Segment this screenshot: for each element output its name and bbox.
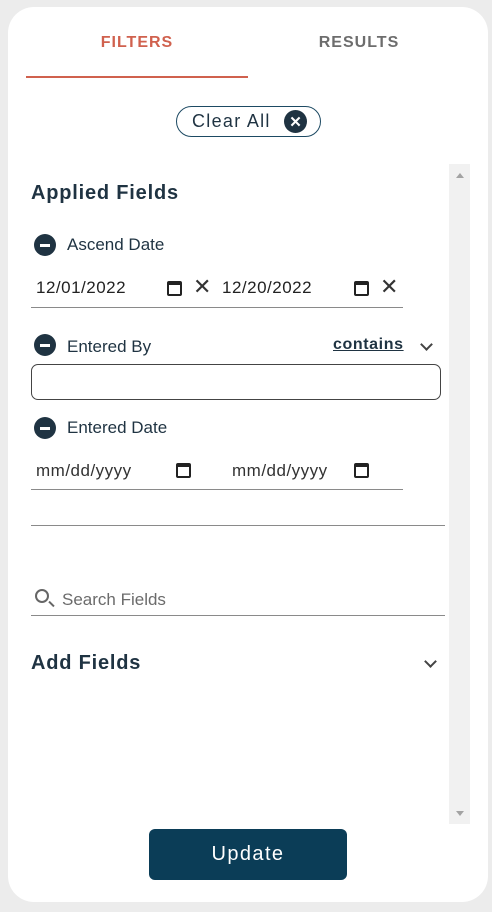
section-divider	[31, 525, 445, 526]
chevron-down-icon[interactable]	[420, 338, 433, 351]
entered-date-to-placeholder: mm/dd/yyyy	[232, 461, 328, 480]
tab-filters[interactable]: FILTERS	[26, 7, 248, 79]
ascend-date-field: Ascend Date	[34, 234, 164, 256]
calendar-icon[interactable]	[176, 463, 191, 478]
filter-panel: FILTERS RESULTS Clear All ✕ Applied Fiel…	[8, 7, 488, 902]
entered-date-label: Entered Date	[67, 418, 168, 437]
entered-by-field: Entered By	[34, 333, 151, 357]
ascend-date-from-input[interactable]: 12/01/2022	[36, 278, 126, 298]
ascend-date-underline	[31, 307, 403, 308]
ascend-date-label: Ascend Date	[67, 235, 165, 254]
ascend-date-to-value: 12/20/2022	[222, 278, 313, 297]
remove-field-icon[interactable]	[34, 234, 56, 256]
search-placeholder: Search Fields	[62, 590, 166, 609]
entered-date-from-input[interactable]: mm/dd/yyyy	[36, 461, 132, 481]
clear-all-label: Clear All	[192, 111, 271, 131]
tab-results[interactable]: RESULTS	[248, 7, 470, 79]
ascend-date-from-value: 12/01/2022	[36, 278, 127, 297]
search-fields-input[interactable]: Search Fields	[31, 585, 445, 616]
clear-all-button[interactable]: Clear All ✕	[176, 106, 321, 137]
applied-fields-title: Applied Fields	[31, 182, 179, 204]
entered-by-input[interactable]	[31, 364, 441, 400]
clear-date-icon[interactable]: ✕	[380, 276, 398, 298]
chevron-down-icon[interactable]	[424, 655, 437, 668]
entered-date-underline	[31, 489, 403, 490]
remove-field-icon[interactable]	[34, 417, 56, 439]
calendar-icon[interactable]	[354, 281, 369, 296]
update-button[interactable]: Update	[149, 829, 347, 880]
active-tab-indicator	[26, 76, 248, 78]
scroll-up-arrow-icon[interactable]	[449, 168, 470, 182]
close-circle-icon: ✕	[284, 110, 307, 133]
remove-field-icon[interactable]	[34, 334, 56, 356]
calendar-icon[interactable]	[167, 281, 182, 296]
calendar-icon[interactable]	[354, 463, 369, 478]
entered-date-field: Entered Date	[34, 417, 167, 439]
entered-date-from-placeholder: mm/dd/yyyy	[36, 461, 132, 480]
clear-date-icon[interactable]: ✕	[193, 276, 211, 298]
operator-select[interactable]: contains	[333, 336, 404, 354]
scroll-down-arrow-icon[interactable]	[449, 806, 470, 820]
scrollbar[interactable]	[449, 164, 470, 824]
entered-by-label: Entered By	[67, 337, 152, 356]
add-fields-title[interactable]: Add Fields	[31, 652, 141, 675]
search-underline	[31, 615, 445, 616]
search-icon	[35, 589, 49, 603]
ascend-date-to-input[interactable]: 12/20/2022	[222, 278, 312, 298]
entered-date-to-input[interactable]: mm/dd/yyyy	[232, 461, 328, 481]
